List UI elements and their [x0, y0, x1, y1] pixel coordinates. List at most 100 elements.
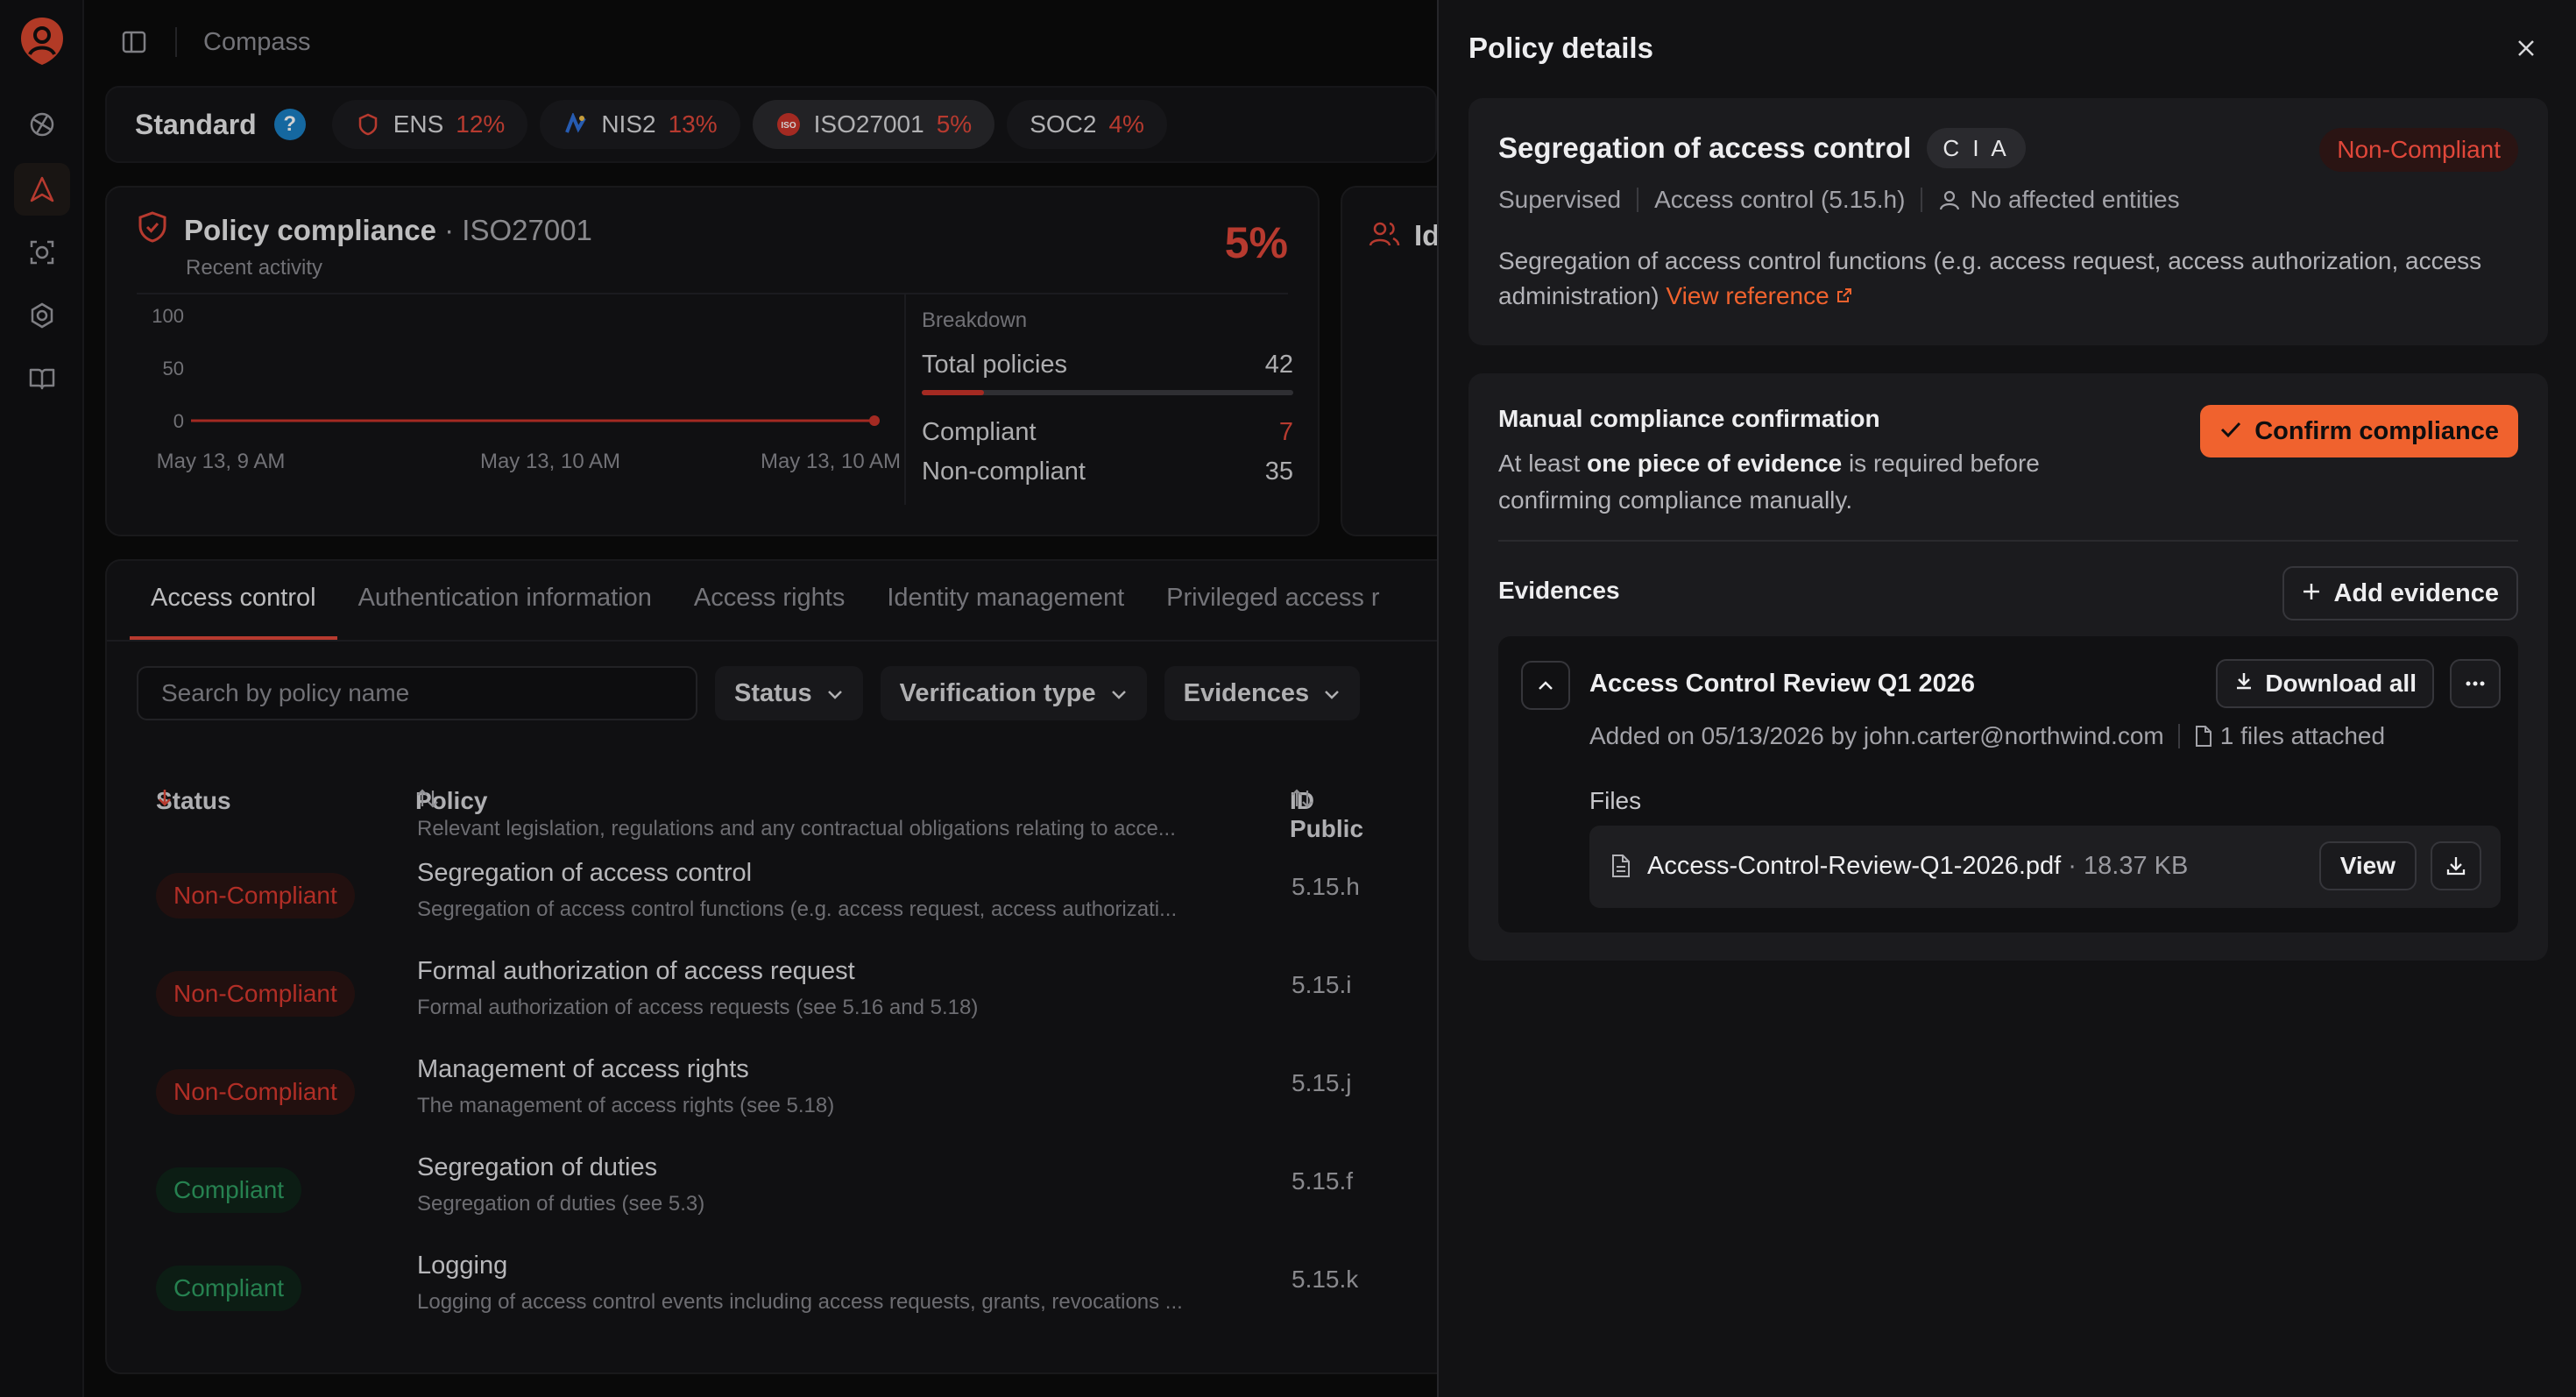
table-row[interactable]: Compliant Segregation of duties Segregat…	[107, 1145, 1470, 1243]
table-row-partial[interactable]: Relevant legislation, regulations and an…	[107, 813, 1470, 845]
policy-description: Segregation of duties (see 5.3)	[417, 1192, 705, 1216]
standard-label: Standard	[135, 108, 257, 140]
evidences-filter-button[interactable]: Evidences	[1164, 666, 1361, 720]
text-emphasis: one piece of evidence	[1587, 450, 1843, 477]
more-options-icon[interactable]	[2450, 659, 2501, 708]
link-label: View reference	[1666, 282, 1829, 309]
breadcrumb[interactable]: Compass	[203, 28, 311, 57]
tab-access-rights[interactable]: Access rights	[673, 561, 866, 640]
policy-id: 5.15.k	[1292, 1266, 1359, 1293]
manual-compliance-title: Manual compliance confirmation	[1498, 405, 1880, 432]
standard-pct: 5%	[936, 110, 973, 138]
nav-globe-icon[interactable]	[14, 98, 70, 151]
shield-check-icon	[137, 210, 168, 251]
noncompliant-value: 35	[1264, 457, 1293, 486]
document-icon	[1610, 854, 1631, 883]
x-tick-label: May 13, 10 AM	[480, 450, 620, 473]
evidence-added-info: Added on 05/13/2026 by john.carter@north…	[1589, 722, 2164, 749]
app-logo[interactable]	[19, 16, 65, 67]
compliance-subtitle: Recent activity	[186, 256, 323, 280]
panel-title: Policy details	[1468, 32, 1653, 64]
policy-compliance-card: Policy compliance · ISO27001 Recent acti…	[105, 186, 1320, 536]
standard-name: ISO27001	[813, 110, 924, 138]
tabs-divider	[107, 640, 1470, 642]
nis2-logo-icon	[563, 111, 589, 138]
breakdown-label: Breakdown	[922, 308, 1028, 332]
policy-id: 5.15.h	[1292, 873, 1360, 900]
compliant-label: Compliant	[922, 418, 1037, 446]
policy-description: Segregation of access control functions …	[417, 897, 1178, 921]
policy-description: Relevant legislation, regulations and an…	[417, 817, 1176, 840]
tab-authentication-information[interactable]: Authentication information	[337, 561, 673, 640]
close-icon[interactable]	[2511, 33, 2541, 63]
search-input[interactable]: Search by policy name	[137, 666, 697, 720]
help-icon[interactable]: ?	[273, 109, 306, 140]
view-reference-link[interactable]: View reference	[1666, 282, 1853, 309]
view-file-button[interactable]: View	[2318, 841, 2417, 890]
file-item: Access-Control-Review-Q1-2026.pdf · 18.3…	[1589, 826, 2501, 908]
nav-compass-icon[interactable]	[14, 163, 70, 216]
y-tick-label: 100	[152, 305, 184, 327]
button-label: Download all	[2265, 670, 2417, 697]
nav-scan-icon[interactable]	[14, 226, 70, 279]
standard-chip-nis2[interactable]: NIS2 13%	[540, 100, 740, 149]
policy-tabs: Access control Authentication informatio…	[130, 561, 1401, 640]
status-badge: Compliant	[156, 1266, 302, 1311]
standard-chip-ens[interactable]: ENS 12%	[331, 100, 528, 149]
files-label: Files	[1589, 787, 1642, 814]
tab-access-control[interactable]: Access control	[130, 561, 337, 640]
policies-card: Access control Authentication informatio…	[105, 559, 1472, 1374]
file-name-and-size: Access-Control-Review-Q1-2026.pdf · 18.3…	[1647, 852, 2188, 881]
policy-id: 5.15.i	[1292, 971, 1352, 998]
external-link-icon	[1836, 282, 1853, 309]
category-label: Access control (5.15.h)	[1654, 186, 1906, 213]
x-tick-label: May 13, 10 AM	[761, 450, 901, 473]
tab-privileged-access[interactable]: Privileged access r	[1145, 561, 1400, 640]
cia-badge: C I A	[1927, 128, 2026, 168]
supervision-label: Supervised	[1498, 186, 1622, 213]
confirm-compliance-button[interactable]: Confirm compliance	[2200, 405, 2518, 457]
standard-pct: 4%	[1108, 110, 1144, 138]
compliance-percent: 5%	[1224, 218, 1288, 267]
policy-id: 5.15.j	[1292, 1069, 1352, 1096]
filter-label: Verification type	[899, 678, 1096, 707]
table-row[interactable]: Non-Compliant Management of access right…	[107, 1046, 1470, 1145]
manual-compliance-text: At least one piece of evidence is requir…	[1498, 445, 2059, 519]
policy-id: 5.15.f	[1292, 1167, 1354, 1195]
chevron-down-icon	[1323, 679, 1341, 708]
standard-selector: Standard ? ENS 12% NIS2 13% ISO ISO27001…	[105, 86, 1437, 163]
nav-settings-icon[interactable]	[14, 289, 70, 342]
evidences-title: Evidences	[1498, 577, 1620, 604]
filter-label: Evidences	[1183, 678, 1310, 707]
chevron-up-icon[interactable]	[1521, 661, 1570, 710]
chart-divider	[904, 294, 906, 505]
download-icon[interactable]	[2431, 841, 2481, 890]
arrow-down-icon	[156, 787, 173, 808]
series-point[interactable]	[869, 415, 880, 426]
status-badge: Non-Compliant	[156, 971, 355, 1017]
filter-bar: Search by policy name Status Verificatio…	[137, 666, 1361, 720]
status-filter-button[interactable]: Status	[715, 666, 863, 720]
verification-type-filter-button[interactable]: Verification type	[880, 666, 1147, 720]
add-evidence-button[interactable]: Add evidence	[2282, 566, 2518, 620]
standard-chip-iso27001[interactable]: ISO ISO27001 5%	[752, 100, 995, 149]
policy-description: Formal authorization of access requests …	[417, 996, 979, 1019]
noncompliant-label: Non-compliant	[922, 457, 1086, 486]
standard-chip-soc2[interactable]: SOC2 4%	[1007, 100, 1167, 149]
standard-pct: 12%	[456, 110, 506, 138]
table-row[interactable]: Compliant Logging Logging of access cont…	[107, 1243, 1470, 1341]
standard-name: SOC2	[1030, 110, 1097, 138]
compliance-progress-fill	[922, 390, 984, 395]
policy-name: Logging	[417, 1252, 508, 1280]
total-policies-label: Total policies	[922, 351, 1068, 379]
policy-name: Management of access rights	[417, 1055, 749, 1083]
affected-entities-label: No affected entities	[1970, 186, 2180, 213]
sidebar-toggle-icon[interactable]	[119, 27, 149, 57]
nav-book-icon[interactable]	[14, 352, 70, 405]
table-row[interactable]: Non-Compliant Segregation of access cont…	[107, 850, 1470, 948]
text-part: At least	[1498, 450, 1588, 477]
tab-identity-management[interactable]: Identity management	[866, 561, 1145, 640]
download-all-button[interactable]: Download all	[2216, 659, 2434, 708]
check-icon	[2219, 417, 2242, 446]
table-row[interactable]: Non-Compliant Formal authorization of ac…	[107, 948, 1470, 1046]
